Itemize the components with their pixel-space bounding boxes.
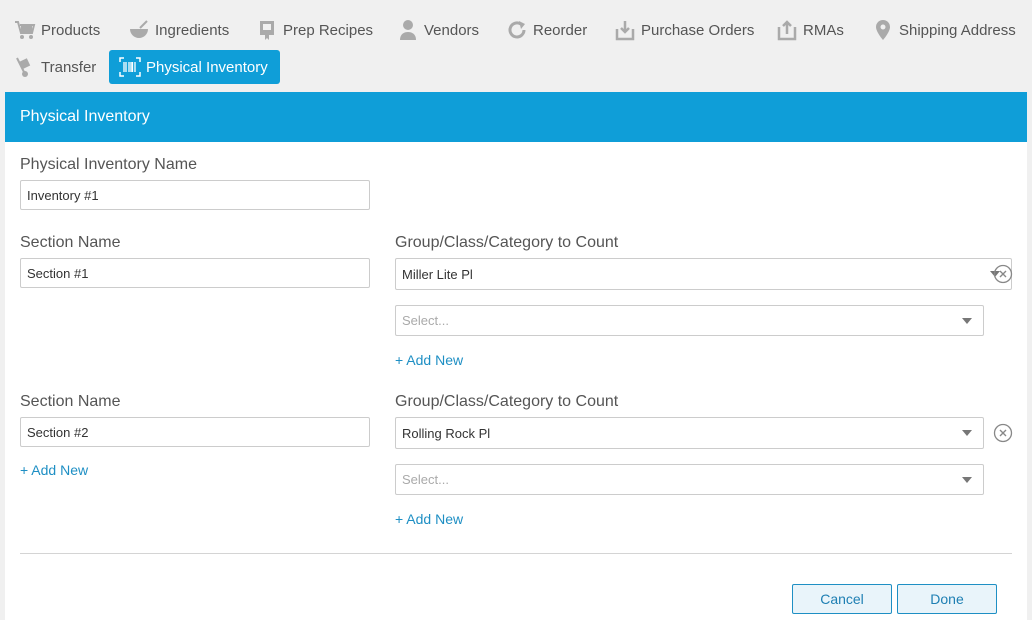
section-name-label: Section Name [20, 234, 121, 251]
add-group-link[interactable]: + Add New [395, 511, 463, 527]
nav-item-ingredients[interactable]: Ingredients [128, 13, 229, 47]
group-select[interactable]: Miller Lite Pl [395, 258, 1012, 290]
nav-label: Shipping Address [899, 21, 1016, 39]
nav-item-rmas[interactable]: RMAs [776, 13, 844, 47]
bowl-icon [128, 19, 150, 41]
close-circle-icon [993, 423, 1013, 443]
chevron-down-icon [962, 477, 972, 483]
nav-item-vendors[interactable]: Vendors [397, 13, 479, 47]
chevron-down-icon [962, 430, 972, 436]
panel-title: Physical Inventory [5, 92, 1027, 142]
group-count-label: Group/Class/Category to Count [395, 393, 619, 410]
divider [20, 553, 1012, 554]
section-name-input[interactable] [20, 258, 370, 288]
upload-icon [776, 19, 798, 41]
add-section-link[interactable]: + Add New [20, 462, 88, 478]
nav-item-reorder[interactable]: Reorder [506, 13, 587, 47]
inventory-name-input[interactable] [20, 180, 370, 210]
inbox-download-icon [614, 19, 636, 41]
nav-label: Ingredients [155, 21, 230, 39]
nav-item-products[interactable]: Products [14, 13, 100, 47]
nav-label: Reorder [533, 21, 588, 39]
group-count-label: Group/Class/Category to Count [395, 234, 619, 251]
remove-group-button[interactable] [993, 423, 1013, 443]
close-circle-icon [993, 264, 1013, 284]
nav-item-physical-inventory[interactable]: Physical Inventory [109, 50, 280, 84]
refresh-icon [506, 19, 528, 41]
map-pin-icon [872, 19, 894, 41]
hand-truck-icon [14, 56, 36, 78]
group-select-value: Miller Lite Pl [402, 266, 473, 282]
nav-label: Products [41, 21, 101, 39]
group-select-new[interactable]: Select... [395, 464, 984, 495]
cart-icon [14, 19, 36, 41]
group-select[interactable]: Rolling Rock Pl [395, 417, 984, 449]
nav-label: RMAs [803, 21, 844, 39]
select-placeholder: Select... [402, 313, 449, 328]
nav-item-prep-recipes[interactable]: Prep Recipes [256, 13, 373, 47]
nav-label: Transfer [41, 58, 97, 76]
chevron-down-icon [962, 318, 972, 324]
cancel-button[interactable]: Cancel [792, 584, 892, 614]
group-select-value: Rolling Rock Pl [402, 425, 491, 441]
inventory-name-label: Physical Inventory Name [20, 156, 197, 173]
nav-item-purchase-orders[interactable]: Purchase Orders [614, 13, 754, 47]
section-name-input[interactable] [20, 417, 370, 447]
nav-label: Physical Inventory [146, 58, 268, 76]
add-group-link[interactable]: + Add New [395, 352, 463, 368]
barcode-icon [119, 56, 141, 78]
group-select-new[interactable]: Select... [395, 305, 984, 336]
nav-label: Vendors [424, 21, 480, 39]
nav-item-shipping-address[interactable]: Shipping Address [872, 13, 1016, 47]
remove-group-button[interactable] [993, 264, 1013, 284]
select-placeholder: Select... [402, 472, 449, 487]
recipe-icon [256, 19, 278, 41]
nav-label: Prep Recipes [283, 21, 374, 39]
physical-inventory-panel: Physical Inventory Physical Inventory Na… [5, 92, 1027, 620]
section-name-label: Section Name [20, 393, 121, 410]
nav-label: Purchase Orders [641, 21, 755, 39]
module-nav: Products Ingredients Prep Recipes Vendor… [0, 0, 1032, 92]
nav-item-transfer[interactable]: Transfer [14, 50, 96, 84]
done-button[interactable]: Done [897, 584, 997, 614]
person-icon [397, 19, 419, 41]
